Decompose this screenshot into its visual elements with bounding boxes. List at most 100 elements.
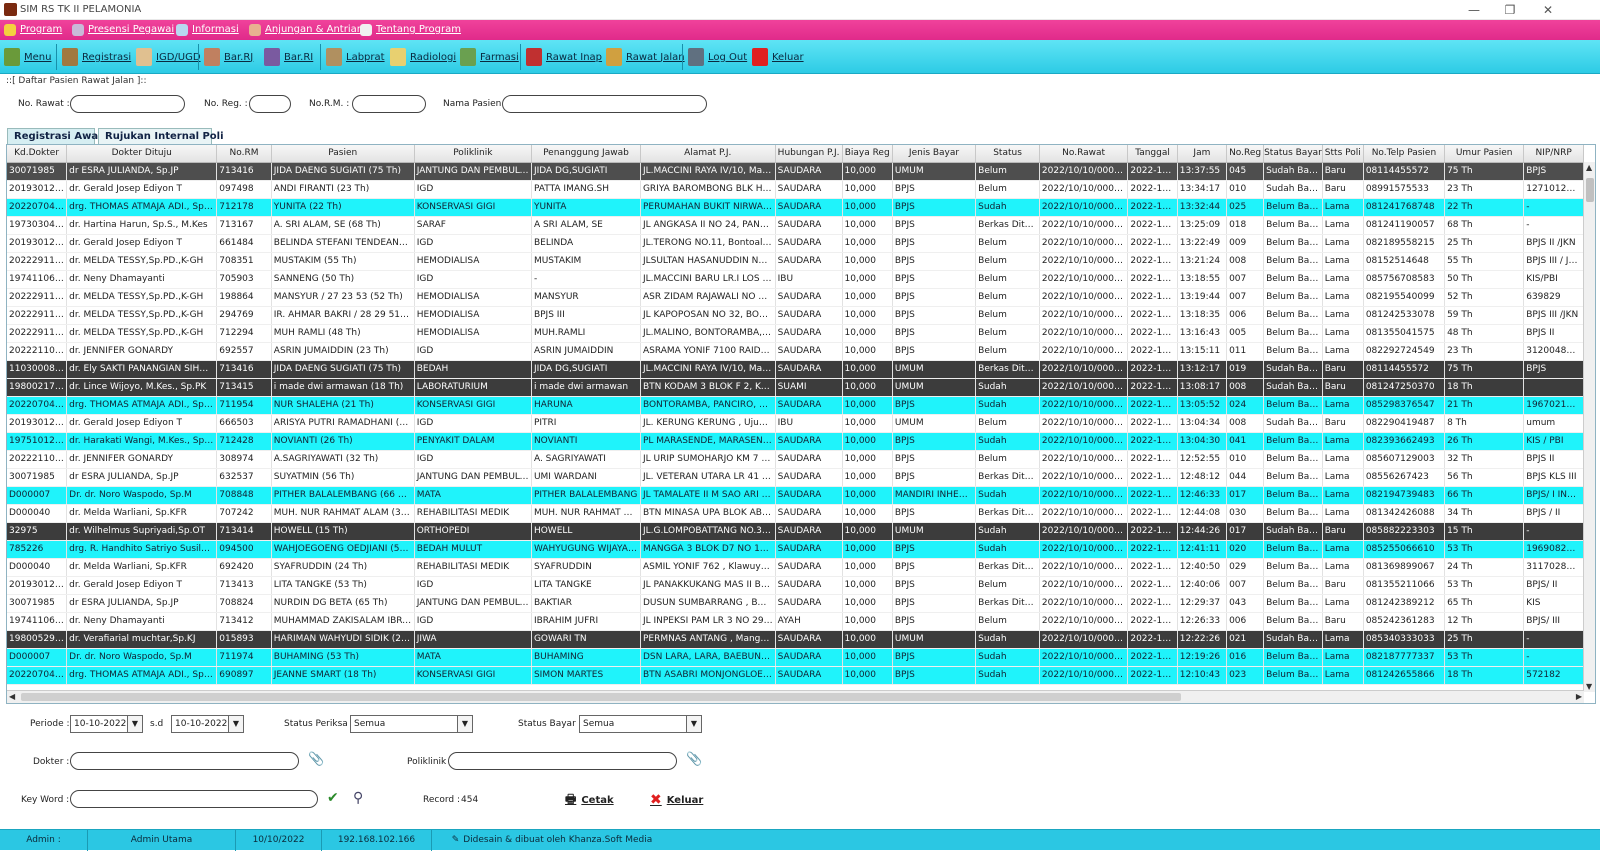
cetak-button[interactable]: 🖶 Cetak [565, 789, 614, 811]
keyword-input[interactable] [70, 790, 318, 808]
menu-anjungan-antrian[interactable]: Anjungan & Antrian [249, 22, 363, 38]
toolbar-igd-button[interactable]: IGD/UGD [136, 44, 201, 70]
status-periksa-dropdown-icon[interactable]: ▼ [458, 715, 473, 733]
column-header[interactable]: Status [975, 145, 1040, 163]
column-header[interactable]: No.Reg [1226, 145, 1265, 163]
table-row[interactable]: 30071985 dr ESRA JULIANDA, Sp.JP 632537 SUY… [7, 468, 1584, 487]
vertical-scrollbar[interactable]: ▲ ▼ [1583, 162, 1595, 692]
menu-informasi[interactable]: Informasi [176, 22, 239, 38]
horizontal-scroll-thumb[interactable] [21, 693, 1181, 701]
nama-pasien-input[interactable] [502, 95, 707, 113]
table-row[interactable]: 202229111... dr. MELDA TESSY,Sp.PD.,K-GH 7… [7, 252, 1584, 271]
toolbar-bar-ri-button[interactable]: Bar.RI [264, 44, 313, 70]
column-header[interactable]: Jam [1177, 145, 1228, 163]
column-header[interactable]: No.Rawat [1039, 145, 1129, 163]
table-row[interactable]: 202207040... drg. THOMAS ATMAJA ADI., Sp.… [7, 198, 1584, 217]
table-row[interactable]: 201930121... dr. Gerald Josep Ediyon T 713… [7, 576, 1584, 595]
periode-from-date[interactable]: 10-10-2022 [70, 715, 128, 733]
periode-to-date[interactable]: 10-10-2022 [171, 715, 229, 733]
table-row[interactable]: 197510122... dr. Harakati Wangi, M.Kes., … [7, 432, 1584, 451]
column-header[interactable]: Pasien [271, 145, 415, 163]
table-row[interactable]: 202229111... dr. MELDA TESSY,Sp.PD.,K-GH 1… [7, 288, 1584, 307]
table-row[interactable]: 30071985 dr ESRA JULIANDA, Sp.JP 713416 JID… [7, 162, 1584, 181]
search-icon[interactable]: ⚲ [353, 790, 363, 806]
horizontal-scrollbar[interactable]: ◀ ▶ [7, 690, 1584, 703]
tab-registrasi-awal[interactable]: Registrasi Awal [7, 128, 102, 144]
column-header[interactable]: Poliklinik [414, 145, 532, 163]
menu-tentang-program[interactable]: Tentang Program [360, 22, 461, 38]
toolbar-menu-button[interactable]: Menu [4, 44, 51, 70]
column-header[interactable]: Status Bayar [1263, 145, 1323, 163]
table-row[interactable]: 202229111... dr. MELDA TESSY,Sp.PD.,K-GH 2… [7, 306, 1584, 325]
no-rm-input[interactable] [352, 95, 426, 113]
table-row[interactable]: 202207040... drg. THOMAS ATMAJA ADI., Sp.… [7, 396, 1584, 415]
table-row[interactable]: 785226 drg. R. Handhito Satriyo Susilawa.… [7, 540, 1584, 559]
column-header[interactable]: Jenis Bayar [892, 145, 977, 163]
table-row[interactable]: 32975 dr. Wilhelmus Supriyadi,Sp.OT 713414… [7, 522, 1584, 541]
table-row[interactable]: 30071985 dr ESRA JULIANDA, Sp.JP 708824 NUR… [7, 594, 1584, 613]
table-row[interactable]: 202221101... dr. JENNIFER GONARDY 308974 A.… [7, 450, 1584, 469]
scroll-left-arrow-icon[interactable]: ◀ [9, 692, 15, 701]
column-header[interactable]: No.Telp Pasien [1363, 145, 1446, 163]
dokter-input[interactable] [70, 752, 299, 770]
table-row[interactable]: 197303042... dr. Hartina Harun, Sp.S., M.… [7, 216, 1584, 235]
patient-table[interactable]: Kd.Dokter Dokter Dituju No.RM Pasien Polikli… [6, 144, 1596, 704]
menu-program[interactable]: Program [4, 22, 62, 38]
table-row[interactable]: 110300080... dr. Ely SAKTI PANANGIAN SIHO… [7, 360, 1584, 379]
table-row[interactable]: 201930121... dr. Gerald Josep Ediyon T 661… [7, 234, 1584, 253]
table-row[interactable]: 202229111... dr. MELDA TESSY,Sp.PD.,K-GH 7… [7, 324, 1584, 343]
column-header[interactable]: NIP/NRP [1523, 145, 1584, 163]
table-row[interactable]: D000040 dr. Melda Warliani, Sp.KFR 707242 M… [7, 504, 1584, 523]
table-row[interactable]: D000007 Dr. dr. Noro Waspodo, Sp.M 708848 P… [7, 486, 1584, 505]
periode-from-dropdown-icon[interactable]: ▼ [128, 715, 143, 733]
column-header[interactable]: Stts Poli [1322, 145, 1364, 163]
scroll-down-arrow-icon[interactable]: ▼ [1586, 682, 1592, 691]
status-bayar-dropdown-icon[interactable]: ▼ [687, 715, 702, 733]
table-row[interactable]: D000040 dr. Melda Warliani, Sp.KFR 692420 S… [7, 558, 1584, 577]
periode-to-dropdown-icon[interactable]: ▼ [229, 715, 244, 733]
column-header[interactable]: No.RM [216, 145, 272, 163]
status-bayar-select[interactable]: Semua [579, 715, 687, 733]
scroll-right-arrow-icon[interactable]: ▶ [1576, 692, 1582, 701]
toolbar-keluar-button[interactable]: Keluar [752, 44, 804, 70]
poliklinik-input[interactable] [448, 752, 677, 770]
toolbar-farmasi-button[interactable]: Farmasi [460, 44, 519, 70]
column-header[interactable]: Alamat P.J. [640, 145, 776, 163]
minimize-button[interactable]: — [1456, 1, 1492, 19]
vertical-scroll-thumb[interactable] [1586, 178, 1594, 202]
column-header[interactable]: Tanggal [1127, 145, 1178, 163]
checkmark-icon[interactable]: ✔ [327, 790, 339, 806]
close-window-button[interactable]: ✕ [1530, 1, 1566, 19]
keluar-button[interactable]: ✖ Keluar [650, 789, 703, 811]
column-header[interactable]: Hubungan P.J. [775, 145, 843, 163]
dokter-attach-icon[interactable]: 📎 [308, 752, 324, 767]
no-reg-input[interactable] [249, 95, 291, 113]
table-row[interactable]: 202207040... drg. THOMAS ATMAJA ADI., Sp.… [7, 666, 1584, 685]
table-row[interactable]: 198005292... dr. Verafiarial muchtar,Sp.K… [7, 630, 1584, 649]
table-row[interactable]: 201930121... dr. Gerald Josep Ediyon T 097… [7, 180, 1584, 199]
maximize-button[interactable]: ❐ [1492, 1, 1528, 19]
status-periksa-select[interactable]: Semua [350, 715, 458, 733]
toolbar-registrasi-button[interactable]: Registrasi [62, 44, 131, 70]
toolbar-logout-button[interactable]: Log Out [688, 44, 747, 70]
toolbar-rawat-jalan-button[interactable]: Rawat Jalan [606, 44, 685, 70]
table-row[interactable]: D000007 Dr. dr. Noro Waspodo, Sp.M 711974 B… [7, 648, 1584, 667]
no-rawat-input[interactable] [70, 95, 185, 113]
menu-presensi-pegawai[interactable]: Presensi Pegawai [72, 22, 174, 38]
table-row[interactable]: 197411062... dr. Neny Dhamayanti 713412 MUH… [7, 612, 1584, 631]
column-header[interactable]: Kd.Dokter [7, 145, 68, 163]
column-header[interactable]: Dokter Dituju [66, 145, 218, 163]
column-header[interactable]: Biaya Reg [842, 145, 893, 163]
column-header[interactable]: Umur Pasien [1444, 145, 1525, 163]
scroll-up-arrow-icon[interactable]: ▲ [1586, 163, 1592, 172]
table-row[interactable]: 198002172... dr. Lince Wijoyo, M.Kes., Sp… [7, 378, 1584, 397]
poliklinik-attach-icon[interactable]: 📎 [686, 752, 702, 767]
table-row[interactable]: 202221101... dr. JENNIFER GONARDY 692557 AS… [7, 342, 1584, 361]
tab-rujukan-internal-poli[interactable]: Rujukan Internal Poli [98, 128, 224, 144]
column-header[interactable]: Penanggung Jawab [531, 145, 641, 163]
toolbar-rawat-inap-button[interactable]: Rawat Inap [526, 44, 602, 70]
table-row[interactable]: 201930121... dr. Gerald Josep Ediyon T 666… [7, 414, 1584, 433]
table-row[interactable]: 197411062... dr. Neny Dhamayanti 705903 SAN… [7, 270, 1584, 289]
toolbar-radiologi-button[interactable]: Radiologi [390, 44, 456, 70]
toolbar-labprat-button[interactable]: Labprat [326, 44, 385, 70]
